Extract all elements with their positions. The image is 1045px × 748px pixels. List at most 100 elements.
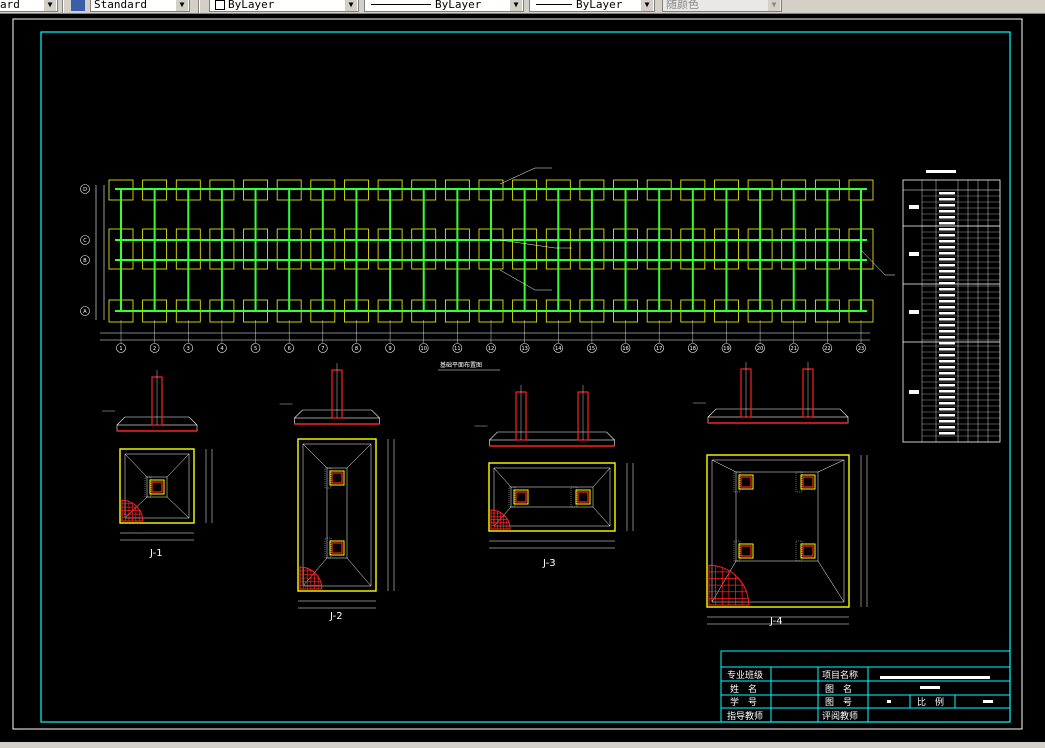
schedule-cell-blur — [939, 366, 955, 369]
grid-bubble-label: 7 — [321, 346, 324, 352]
leader-line — [499, 167, 552, 185]
schedule-group-label-blur — [909, 390, 919, 394]
detail-label-j2: J-2 — [329, 611, 343, 622]
leader-line — [499, 239, 572, 249]
detail-label-j1: J-1 — [149, 548, 163, 559]
sheet-inner-frame — [40, 31, 1011, 723]
plot-style-dropdown[interactable]: 随颜色 ▼ — [662, 0, 782, 12]
slope-line — [592, 506, 611, 527]
dimension-style-icon[interactable] — [71, 0, 85, 11]
color-value: ByLayer — [228, 0, 275, 11]
chevron-down-icon[interactable]: ▼ — [510, 0, 522, 11]
schedule-cell-blur — [939, 264, 955, 267]
slope-line — [166, 496, 190, 519]
lineweight-value: ByLayer — [576, 0, 623, 11]
foundation-plan: 1 2 3 4 5 6 7 8 9 10 11 12 13 14 15 16 17 18 19 20 21 22 23DCB… — [80, 167, 895, 371]
plan-title: 基础平面布置图 — [440, 361, 482, 369]
column-rebar — [802, 476, 814, 488]
slope-line — [493, 467, 512, 488]
text-style-dropdown[interactable]: ard ▼ — [0, 0, 58, 12]
schedule-cell-blur — [939, 426, 955, 429]
rebar-schedule-table — [902, 170, 1001, 443]
grid-bubble-label: A — [83, 309, 87, 315]
schedule-cell-blur — [939, 432, 955, 435]
footing-inner-outline — [711, 459, 845, 603]
schedule-group-label-blur — [909, 205, 919, 209]
grid-bubble-label: 18 — [690, 346, 696, 352]
schedule-cell-blur — [939, 198, 955, 201]
status-bar — [0, 742, 1045, 748]
schedule-cell-blur — [939, 420, 955, 423]
schedule-cell-blur — [939, 258, 955, 261]
slope-line — [817, 459, 845, 473]
grid-bubble-label: 13 — [521, 346, 527, 352]
chevron-down-icon[interactable]: ▼ — [345, 0, 357, 11]
drawing-canvas[interactable]: 1 2 3 4 5 6 7 8 9 10 11 12 13 14 15 16 17 18 19 20 21 22 23DCB… — [0, 14, 1045, 748]
tb-label-name: 姓 名 — [730, 683, 757, 695]
schedule-cell-blur — [939, 396, 955, 399]
schedule-cell-blur — [939, 318, 955, 321]
schedule-cell-blur — [939, 372, 955, 375]
schedule-cell-blur — [939, 240, 955, 243]
chevron-down-icon[interactable]: ▼ — [176, 0, 188, 11]
grid-bubble-label: 2 — [153, 346, 156, 352]
schedule-cell-blur — [939, 252, 955, 255]
tb-project-value-blur — [880, 676, 990, 679]
slope-line — [302, 443, 328, 469]
linetype-dropdown[interactable]: ByLayer ▼ — [364, 0, 524, 12]
schedule-cell-blur — [939, 192, 955, 195]
footing-inner-outline — [302, 443, 372, 587]
schedule-cell-blur — [939, 282, 955, 285]
grid-bubble-label: 14 — [555, 346, 561, 352]
tb-label-student-id: 学 号 — [730, 696, 757, 708]
schedule-cell-blur — [939, 408, 955, 411]
schedule-group-label-blur — [909, 252, 919, 256]
slope-line — [166, 453, 190, 478]
grid-bubble-label: 5 — [254, 346, 257, 352]
lineweight-dropdown[interactable]: ByLayer ▼ — [529, 0, 655, 12]
chevron-down-icon[interactable]: ▼ — [641, 0, 653, 11]
schedule-cell-blur — [939, 336, 955, 339]
schedule-cell-blur — [939, 216, 955, 219]
dimension-style-value: Standard — [94, 0, 147, 11]
slope-line — [124, 453, 148, 478]
schedule-cell-blur — [939, 360, 955, 363]
schedule-cell-blur — [939, 390, 955, 393]
schedule-cell-blur — [939, 276, 955, 279]
elevation-base — [116, 424, 198, 432]
column-rebar — [577, 491, 589, 503]
detail-label-j4: J-4 — [769, 616, 783, 627]
plot-style-value: 随颜色 — [666, 0, 699, 11]
leader-line — [860, 249, 895, 276]
schedule-cell-blur — [939, 246, 955, 249]
schedule-cell-blur — [939, 312, 955, 315]
schedule-cell-blur — [939, 384, 955, 387]
tb-label-drawing-name: 图 名 — [825, 683, 852, 695]
chevron-down-icon[interactable]: ▼ — [768, 0, 780, 11]
elevation-base — [707, 416, 849, 424]
footing-outline — [297, 438, 377, 592]
dimension-style-dropdown[interactable]: Standard ▼ — [90, 0, 190, 12]
pedestal-outline — [735, 471, 819, 562]
grid-bubble-label: 11 — [454, 346, 460, 352]
grid-bubble-label: 19 — [723, 346, 729, 352]
color-swatch-icon — [215, 0, 225, 10]
text-style-value: ard — [0, 0, 20, 11]
tb-label-reviewer: 评阅教师 — [822, 710, 858, 722]
schedule-title-blur — [926, 170, 956, 173]
line-sample-icon — [371, 4, 431, 5]
footing-outline — [706, 454, 850, 608]
column-rebar — [151, 481, 163, 493]
color-dropdown[interactable]: ByLayer ▼ — [209, 0, 359, 12]
chevron-down-icon[interactable]: ▼ — [44, 0, 56, 11]
schedule-cell-blur — [939, 294, 955, 297]
slope-line — [592, 467, 611, 488]
elevation-slope — [707, 408, 849, 418]
footing-inner-outline — [124, 453, 190, 519]
line-sample-icon — [536, 4, 572, 5]
sheet-outer-border — [12, 18, 1023, 730]
grid-bubble-label: 21 — [791, 346, 797, 352]
grid-bubble-label: 15 — [589, 346, 595, 352]
schedule-cell-blur — [939, 222, 955, 225]
schedule-cell-blur — [939, 270, 955, 273]
